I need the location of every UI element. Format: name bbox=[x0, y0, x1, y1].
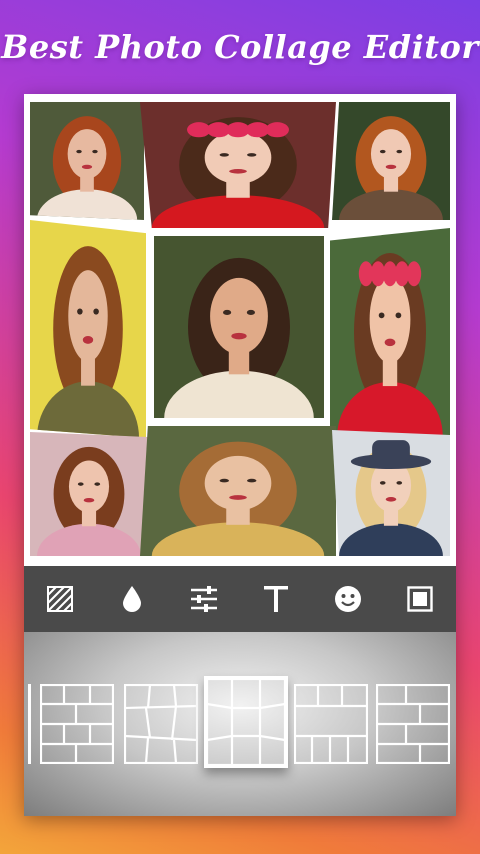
layout-perspective[interactable] bbox=[204, 676, 288, 768]
collage-photo-4[interactable] bbox=[30, 220, 146, 438]
border-frame-icon bbox=[407, 586, 433, 612]
text-icon bbox=[264, 586, 288, 612]
border-frame-button[interactable] bbox=[400, 579, 440, 619]
collage-photo-8[interactable] bbox=[140, 426, 336, 556]
collage-photo-3[interactable] bbox=[332, 102, 450, 220]
color-drop-button[interactable] bbox=[112, 579, 152, 619]
background-pattern-button[interactable] bbox=[40, 579, 80, 619]
sticker-smile-icon bbox=[335, 586, 361, 612]
layout-mixed-grid[interactable] bbox=[294, 684, 368, 764]
collage-photo-2[interactable] bbox=[140, 102, 336, 228]
collage-photo-1[interactable] bbox=[30, 102, 144, 220]
collage-photo-5[interactable] bbox=[154, 236, 324, 418]
editor-toolbar bbox=[24, 566, 456, 632]
layout-brick[interactable] bbox=[40, 684, 114, 764]
text-button[interactable] bbox=[256, 579, 296, 619]
layout-scroll-edge bbox=[28, 684, 31, 764]
layout-picker[interactable] bbox=[24, 632, 456, 816]
collage-photo-7[interactable] bbox=[30, 432, 148, 556]
background-pattern-icon bbox=[47, 586, 73, 612]
adjust-sliders-button[interactable] bbox=[184, 579, 224, 619]
collage-photo-6[interactable] bbox=[330, 228, 450, 436]
collage-photo-9[interactable] bbox=[332, 430, 450, 556]
color-drop-icon bbox=[123, 586, 141, 612]
phone-screen bbox=[24, 94, 456, 816]
adjust-sliders-icon bbox=[191, 586, 217, 612]
layout-tilted[interactable] bbox=[124, 684, 198, 764]
sticker-button[interactable] bbox=[328, 579, 368, 619]
layout-columns[interactable] bbox=[376, 684, 450, 764]
collage-canvas[interactable] bbox=[24, 94, 456, 564]
app-title: Best Photo Collage Editor bbox=[1, 28, 479, 66]
